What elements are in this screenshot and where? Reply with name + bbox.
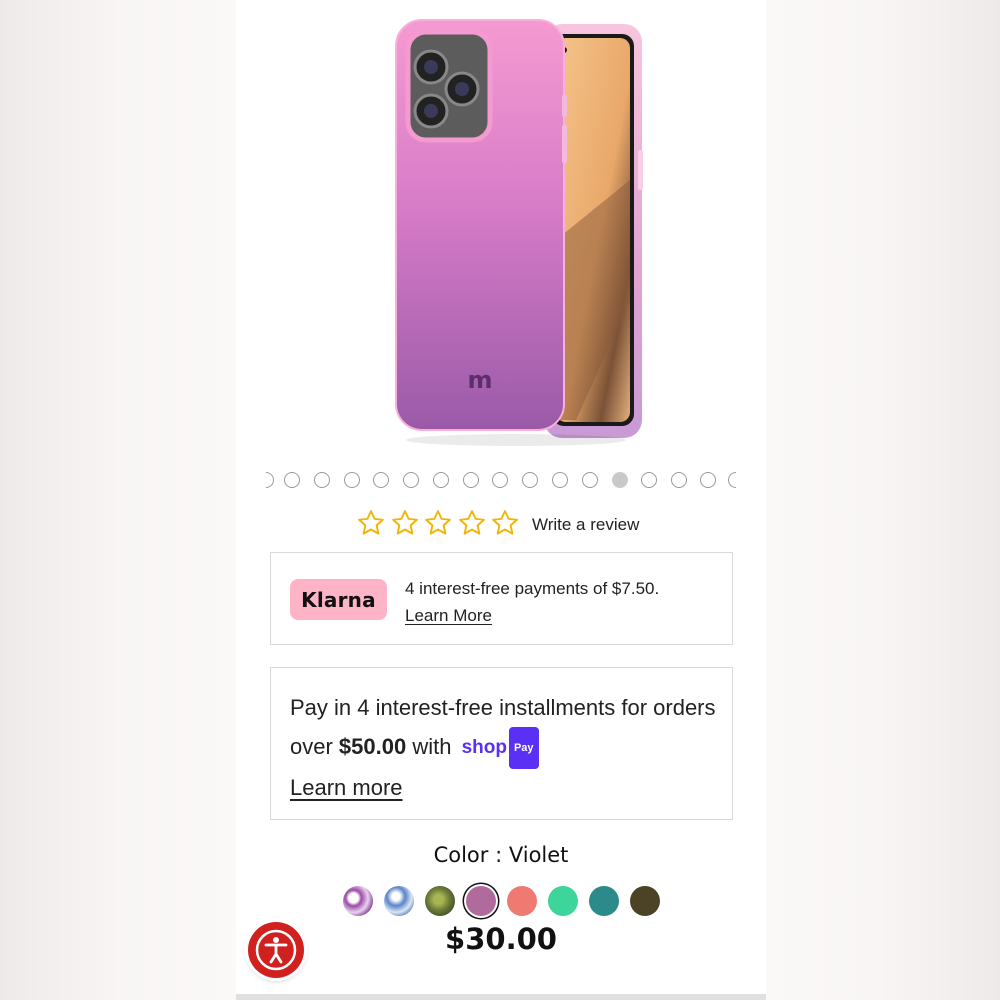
swatch-green-marble[interactable] <box>425 886 455 916</box>
klarna-installment-text: 4 interest-free payments of $7.50. <box>405 579 660 598</box>
carousel-dot[interactable] <box>582 472 598 488</box>
shop-pay-learn-more-link[interactable]: Learn more <box>290 775 403 800</box>
swatch-purple-marble[interactable] <box>343 886 373 916</box>
carousel-dot[interactable] <box>552 472 568 488</box>
accessibility-button[interactable] <box>248 922 304 978</box>
carousel-dot[interactable] <box>284 472 300 488</box>
star-empty-icon[interactable] <box>390 508 420 538</box>
product-price: $30.00 <box>445 922 557 956</box>
swatch-mint[interactable] <box>548 886 578 916</box>
swatch-teal[interactable] <box>589 886 619 916</box>
klarna-logo: Klarna <box>290 579 387 620</box>
klarna-payment-box: Klarna 4 interest-free payments of $7.50… <box>270 552 733 645</box>
carousel-dot[interactable] <box>463 472 479 488</box>
product-page: m Write a review Klarna 4 interest-free … <box>236 0 766 1000</box>
color-label: Color : Violet <box>433 843 569 867</box>
swatch-violet[interactable] <box>466 886 496 916</box>
carousel-dot[interactable] <box>641 472 657 488</box>
carousel-dot[interactable] <box>314 472 330 488</box>
shop-pay-message: Pay in 4 interest-free installments for … <box>290 689 720 807</box>
klarna-learn-more-link[interactable]: Learn More <box>405 602 659 629</box>
phone-case-illustration: m <box>395 19 643 446</box>
phone-case-image[interactable]: m <box>376 0 646 450</box>
shop-pay-word: shop <box>461 737 507 758</box>
write-review-link[interactable]: Write a review <box>532 515 639 535</box>
carousel-dot[interactable] <box>522 472 538 488</box>
carousel-dot[interactable] <box>266 472 274 488</box>
klarna-message: 4 interest-free payments of $7.50. Learn… <box>405 575 659 629</box>
accessibility-icon <box>255 929 297 971</box>
carousel-dot[interactable] <box>700 472 716 488</box>
carousel-dot-active[interactable] <box>612 472 628 488</box>
swatch-brown[interactable] <box>630 886 660 916</box>
carousel-dot[interactable] <box>671 472 687 488</box>
svg-text:m: m <box>467 366 492 394</box>
shop-pay-badge: Pay <box>508 727 539 769</box>
carousel-dot[interactable] <box>728 472 736 488</box>
image-carousel-dots <box>266 470 736 490</box>
shop-pay-threshold: $50.00 <box>338 733 407 759</box>
carousel-dot[interactable] <box>344 472 360 488</box>
carousel-dot[interactable] <box>433 472 449 488</box>
shop-pay-logo: shop Pay <box>458 727 539 769</box>
star-empty-icon[interactable] <box>457 508 487 538</box>
swatch-blue-marble[interactable] <box>384 886 414 916</box>
swatch-coral[interactable] <box>507 886 537 916</box>
shop-pay-text-mid: with <box>406 733 458 759</box>
star-empty-icon[interactable] <box>356 508 386 538</box>
shop-pay-box: Pay in 4 interest-free installments for … <box>270 667 733 820</box>
carousel-dot[interactable] <box>373 472 389 488</box>
star-empty-icon[interactable] <box>490 508 520 538</box>
bottom-bar <box>236 994 766 1000</box>
star-empty-icon[interactable] <box>423 508 453 538</box>
carousel-dot[interactable] <box>492 472 508 488</box>
carousel-dot[interactable] <box>403 472 419 488</box>
rating-row: Write a review <box>356 506 639 540</box>
